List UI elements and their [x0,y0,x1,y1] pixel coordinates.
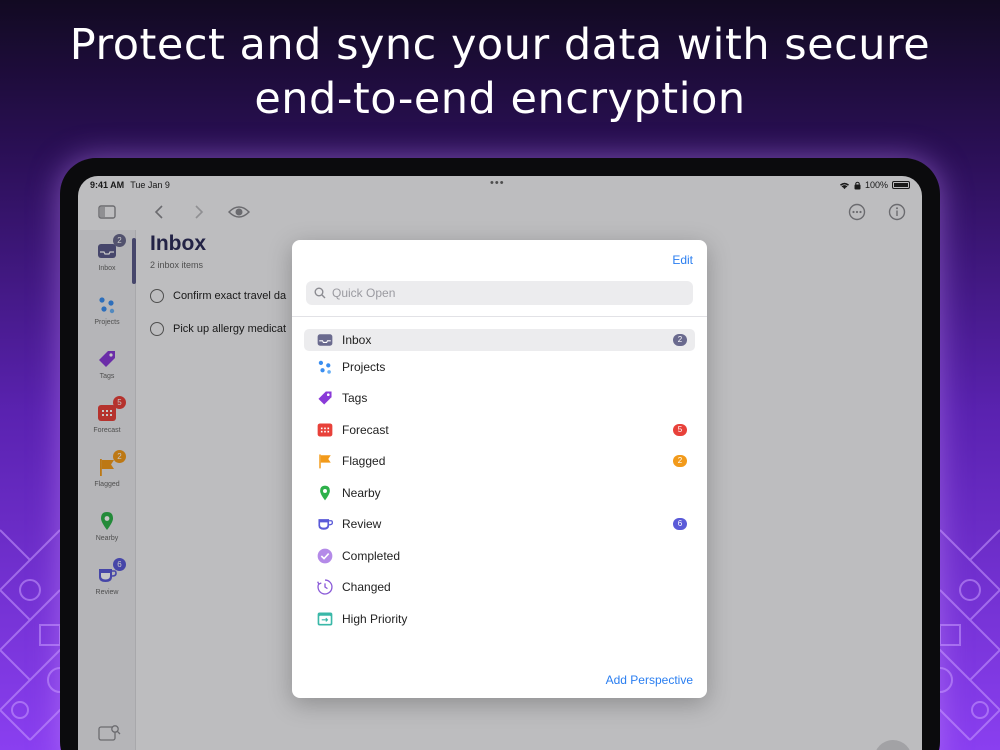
projects-icon [318,360,331,374]
custom-perspective-icon [317,612,333,626]
clock-icon [317,579,333,595]
perspective-row-inbox[interactable]: Inbox 2 [304,329,695,351]
tag-icon [318,391,332,405]
perspective-label: Completed [342,549,401,563]
perspective-row-forecast[interactable]: Forecast 5 [304,419,695,441]
perspective-label: Nearby [342,486,381,500]
quick-open-popover: Edit Inbox 2 Projects Tags Forecast 5 Fl… [292,240,707,698]
perspective-row-projects[interactable]: Projects [304,356,695,378]
add-perspective-button[interactable]: Add Perspective [606,673,693,687]
perspective-row-nearby[interactable]: Nearby [304,482,695,504]
edit-button[interactable]: Edit [672,253,693,267]
checkmark-icon [317,548,333,564]
perspective-row-tags[interactable]: Tags [304,387,695,409]
headline: Protect and sync your data with secure e… [0,18,1000,126]
location-pin-icon [320,485,330,501]
flag-icon [319,454,331,469]
perspective-row-completed[interactable]: Completed [304,545,695,567]
calendar-icon [317,423,333,437]
inbox-icon [317,334,333,346]
perspective-row-changed[interactable]: Changed [304,576,695,598]
perspective-label: High Priority [342,612,408,626]
headline-line-2: end-to-end encryption [254,74,746,124]
quick-open-search[interactable] [306,281,693,305]
perspective-label: Inbox [342,333,372,347]
review-cup-icon [318,519,334,530]
search-input[interactable] [332,286,672,300]
perspective-badge: 2 [673,455,687,467]
perspective-label: Changed [342,580,391,594]
search-icon [314,287,326,299]
perspective-badge: 5 [673,424,687,436]
perspective-label: Forecast [342,423,389,437]
perspective-row-flagged[interactable]: Flagged 2 [304,450,695,472]
perspective-label: Tags [342,391,368,405]
headline-line-1: Protect and sync your data with secure [69,20,931,70]
divider [292,316,707,317]
perspective-label: Projects [342,360,386,374]
perspective-row-high-priority[interactable]: High Priority [304,608,695,630]
perspective-label: Flagged [342,454,386,468]
perspective-row-review[interactable]: Review 6 [304,513,695,535]
perspective-label: Review [342,517,382,531]
perspective-badge: 6 [673,518,687,530]
perspective-badge: 2 [673,334,687,346]
